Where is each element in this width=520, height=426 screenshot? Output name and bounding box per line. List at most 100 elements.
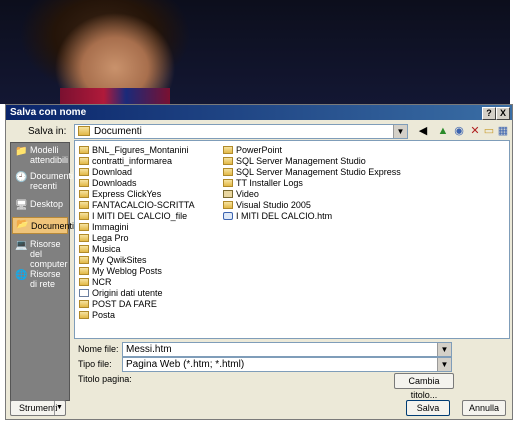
file-item[interactable]: contratti_informarea	[79, 156, 172, 167]
file-item[interactable]: Posta	[79, 310, 115, 321]
places-bar: 📁 Modelli attendibili 🕘 Documenti recent…	[10, 142, 74, 401]
file-item[interactable]: Download	[79, 167, 132, 178]
folder-icon	[79, 278, 89, 286]
web-page-icon	[223, 212, 233, 220]
change-title-button[interactable]: Cambia titolo...	[394, 373, 454, 400]
background-photo	[0, 0, 510, 104]
place-documenti-recenti[interactable]: 🕘 Documenti recenti	[12, 171, 73, 195]
save-in-combo[interactable]: Documenti ▼	[74, 124, 408, 139]
filetype-label: Tipo file:	[78, 359, 112, 369]
file-item-label: Immagini	[92, 222, 129, 232]
file-item-label: POST DA FARE	[92, 299, 157, 309]
file-item-label: Video	[236, 189, 259, 199]
delete-icon[interactable]: ✕	[468, 124, 482, 138]
folder-icon	[223, 201, 233, 209]
file-item-label: BNL_Figures_Montanini	[92, 145, 189, 155]
file-item[interactable]: I MITI DEL CALCIO.htm	[223, 211, 332, 222]
file-item-label: FANTACALCIO-SCRITTA	[92, 200, 195, 210]
folder-icon	[79, 234, 89, 242]
place-documenti[interactable]: 📂 Documenti	[12, 217, 74, 234]
place-risorse-del-computer[interactable]: 💻 Risorse del computer	[12, 239, 68, 269]
place-label: Documenti recenti	[30, 171, 74, 191]
cancel-button[interactable]: Annulla	[462, 400, 506, 416]
file-item[interactable]: Lega Pro	[79, 233, 129, 244]
file-item-label: PowerPoint	[236, 145, 283, 155]
file-item-label: SQL Server Management Studio	[236, 156, 366, 166]
documents-folder-icon: 📂	[16, 219, 29, 230]
file-item-label: Musica	[92, 244, 121, 254]
file-item[interactable]: Video	[223, 189, 259, 200]
file-item[interactable]: Visual Studio 2005	[223, 200, 311, 211]
place-label: Risorse di rete	[30, 269, 61, 289]
folder-icon	[223, 157, 233, 165]
filetype-value: Pagina Web (*.htm; *.html)	[126, 359, 245, 370]
file-item[interactable]: Express ClickYes	[79, 189, 161, 200]
folder-icon	[79, 267, 89, 275]
chevron-down-icon[interactable]: ▼	[437, 343, 451, 356]
folder-icon	[79, 212, 89, 220]
folder-icon	[223, 146, 233, 154]
filename-input[interactable]: Messi.htm ▼	[122, 342, 452, 357]
file-item[interactable]: TT Installer Logs	[223, 178, 303, 189]
help-button[interactable]: ?	[482, 107, 496, 120]
place-desktop[interactable]: 🖥 Desktop	[12, 199, 68, 213]
folder-icon	[79, 190, 89, 198]
tools-button[interactable]: Strumenti ▼	[10, 400, 66, 416]
place-modelli-attendibili[interactable]: 📁 Modelli attendibili	[12, 145, 68, 169]
filename-value: Messi.htm	[126, 344, 172, 355]
file-item-label: Lega Pro	[92, 233, 129, 243]
place-risorse-di-rete[interactable]: 🌐 Risorse di rete	[12, 269, 68, 293]
file-item-label: Download	[92, 167, 133, 177]
file-item[interactable]: I MITI DEL CALCIO_file	[79, 211, 187, 222]
folder-icon	[79, 311, 89, 319]
file-item[interactable]: NCR	[79, 277, 112, 288]
back-icon[interactable]: ◀	[416, 124, 430, 138]
file-item-label: I MITI DEL CALCIO.htm	[236, 211, 333, 221]
file-item-label: My Weblog Posts	[92, 266, 162, 276]
file-item-label: Visual Studio 2005	[236, 200, 311, 210]
save-button[interactable]: Salva	[406, 400, 450, 416]
chevron-down-icon[interactable]: ▼	[437, 358, 451, 371]
chevron-down-icon[interactable]: ▼	[393, 125, 407, 138]
filename-label: Nome file:	[78, 344, 119, 354]
chevron-down-icon[interactable]: ▼	[54, 401, 64, 415]
file-list[interactable]: BNL_Figures_Montanini contratti_informare…	[74, 140, 510, 339]
file-item[interactable]: Musica	[79, 244, 121, 255]
file-item-label: My QwikSites	[92, 255, 147, 265]
folder-icon	[79, 201, 89, 209]
up-folder-icon[interactable]: ▲	[436, 124, 450, 138]
file-item[interactable]: Origini dati utente	[79, 288, 163, 299]
save-in-value: Documenti	[94, 126, 142, 137]
recent-documents-icon: 🕘	[15, 172, 28, 183]
file-item[interactable]: SQL Server Management Studio Express	[223, 167, 401, 178]
file-item[interactable]: Immagini	[79, 222, 129, 233]
folder-icon: 📁	[15, 146, 28, 157]
file-item-label: SQL Server Management Studio Express	[236, 167, 401, 177]
file-item[interactable]: My QwikSites	[79, 255, 147, 266]
file-item[interactable]: SQL Server Management Studio	[223, 156, 366, 167]
file-item[interactable]: BNL_Figures_Montanini	[79, 145, 189, 156]
save-as-dialog: Salva con nome ? X Salva in: Documenti ▼…	[5, 104, 513, 420]
folder-icon	[223, 179, 233, 187]
file-item-label: Posta	[92, 310, 116, 320]
file-item[interactable]: Downloads	[79, 178, 137, 189]
network-icon: 🌐	[15, 270, 28, 281]
file-item-label: TT Installer Logs	[236, 178, 303, 188]
folder-icon	[79, 245, 89, 253]
folder-icon	[79, 179, 89, 187]
filetype-select[interactable]: Pagina Web (*.htm; *.html) ▼	[122, 357, 452, 372]
file-item-label: contratti_informarea	[92, 156, 173, 166]
file-item-label: Origini dati utente	[92, 288, 163, 298]
file-item[interactable]: My Weblog Posts	[79, 266, 162, 277]
close-button[interactable]: X	[496, 107, 510, 120]
desktop-icon: 🖥	[15, 200, 28, 211]
folder-icon	[79, 223, 89, 231]
file-item[interactable]: FANTACALCIO-SCRITTA	[79, 200, 195, 211]
background-photo-shirt	[60, 88, 170, 104]
file-item[interactable]: PowerPoint	[223, 145, 282, 156]
views-icon[interactable]: ▦	[496, 124, 510, 138]
document-icon	[79, 289, 89, 297]
search-web-icon[interactable]: ◉	[452, 124, 466, 138]
new-folder-icon[interactable]: ▭	[482, 124, 496, 138]
file-item[interactable]: POST DA FARE	[79, 299, 157, 310]
